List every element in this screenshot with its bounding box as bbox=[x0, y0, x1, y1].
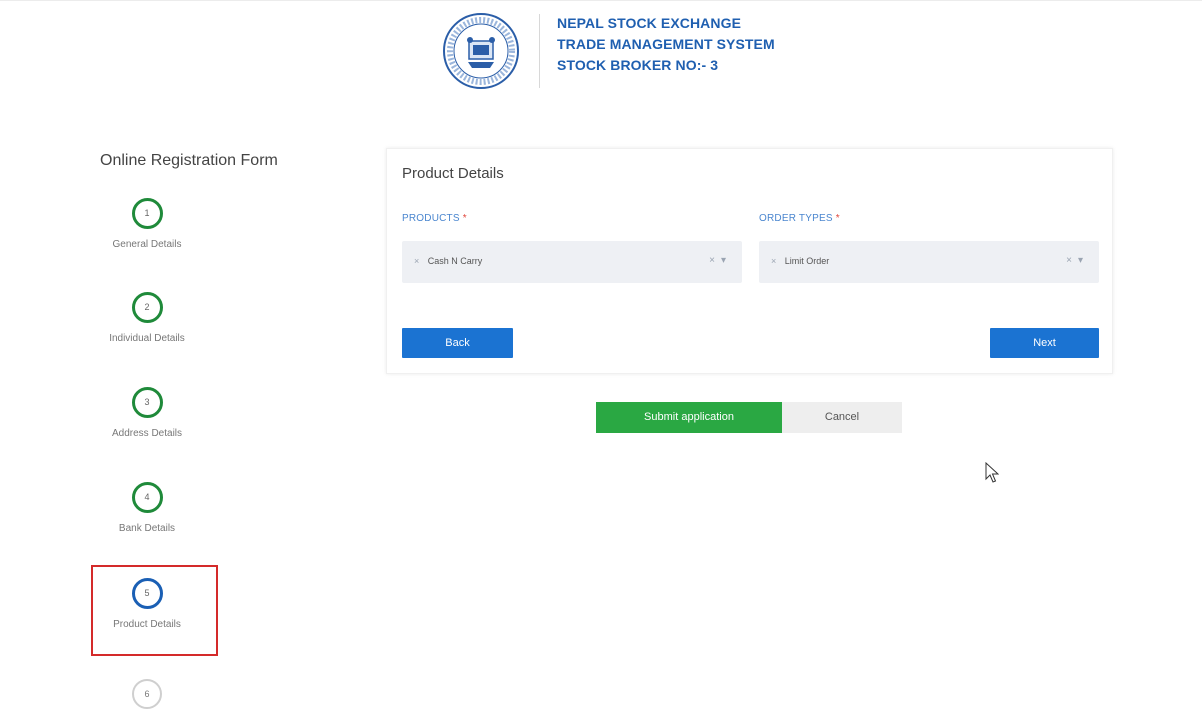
step-circle: 2 bbox=[131, 292, 163, 323]
products-select-controls: ×▾ bbox=[709, 255, 732, 266]
chip-remove-icon[interactable]: × bbox=[771, 256, 776, 266]
step-address-details[interactable]: 3 Address Details bbox=[82, 387, 212, 439]
order-types-chip: × Limit Order bbox=[771, 256, 829, 266]
next-button[interactable]: Next bbox=[990, 328, 1099, 358]
card-title: Product Details bbox=[402, 165, 504, 182]
exchange-name: NEPAL STOCK EXCHANGE bbox=[557, 15, 742, 31]
form-title: Online Registration Form bbox=[100, 152, 278, 169]
step-general-details[interactable]: 1 General Details bbox=[82, 198, 212, 250]
products-label-text: PRODUCTS bbox=[402, 213, 460, 224]
step-label: Individual Details bbox=[109, 333, 185, 344]
mouse-cursor-icon bbox=[985, 462, 999, 483]
chevron-down-icon[interactable]: ▾ bbox=[1078, 255, 1089, 266]
clear-icon[interactable]: × bbox=[709, 255, 721, 266]
nepse-logo-icon bbox=[443, 13, 519, 89]
chip-remove-icon[interactable]: × bbox=[414, 256, 419, 266]
step-circle: 6 bbox=[132, 679, 162, 709]
cancel-button[interactable]: Cancel bbox=[782, 402, 902, 433]
order-types-chip-label: Limit Order bbox=[784, 256, 830, 266]
order-types-select[interactable]: × Limit Order ×▾ bbox=[759, 241, 1099, 283]
header-divider bbox=[539, 14, 540, 88]
step-label: Address Details bbox=[111, 428, 183, 439]
step-bank-details[interactable]: 4 Bank Details bbox=[82, 482, 212, 534]
products-label: PRODUCTS * bbox=[402, 213, 467, 224]
active-step-highlight bbox=[91, 565, 218, 656]
step-6[interactable]: 6 bbox=[82, 679, 212, 709]
step-individual-details[interactable]: 2 Individual Details bbox=[82, 292, 212, 344]
step-circle: 1 bbox=[131, 198, 163, 229]
step-circle: 3 bbox=[131, 387, 163, 418]
step-label: Bank Details bbox=[118, 523, 176, 534]
products-chip: × Cash N Carry bbox=[414, 256, 482, 266]
order-types-label-text: ORDER TYPES bbox=[759, 213, 833, 224]
header-title-block: NEPAL STOCK EXCHANGE TRADE MANAGEMENT SY… bbox=[557, 13, 775, 76]
product-details-card: Product Details PRODUCTS * × Cash N Carr… bbox=[386, 148, 1113, 374]
back-button[interactable]: Back bbox=[402, 328, 513, 358]
chevron-down-icon[interactable]: ▾ bbox=[721, 255, 732, 266]
system-name: TRADE MANAGEMENT SYSTEM bbox=[557, 36, 775, 52]
step-circle: 4 bbox=[131, 482, 163, 513]
top-border bbox=[0, 0, 1202, 5]
products-select[interactable]: × Cash N Carry ×▾ bbox=[402, 241, 742, 283]
order-types-select-controls: ×▾ bbox=[1066, 255, 1089, 266]
products-chip-label: Cash N Carry bbox=[427, 256, 483, 266]
order-types-label: ORDER TYPES * bbox=[759, 213, 840, 224]
required-mark: * bbox=[462, 213, 467, 224]
clear-icon[interactable]: × bbox=[1066, 255, 1078, 266]
submit-application-button[interactable]: Submit application bbox=[596, 402, 782, 433]
step-label: General Details bbox=[112, 239, 182, 250]
required-mark: * bbox=[835, 213, 840, 224]
broker-number: STOCK BROKER NO:- 3 bbox=[557, 57, 719, 73]
